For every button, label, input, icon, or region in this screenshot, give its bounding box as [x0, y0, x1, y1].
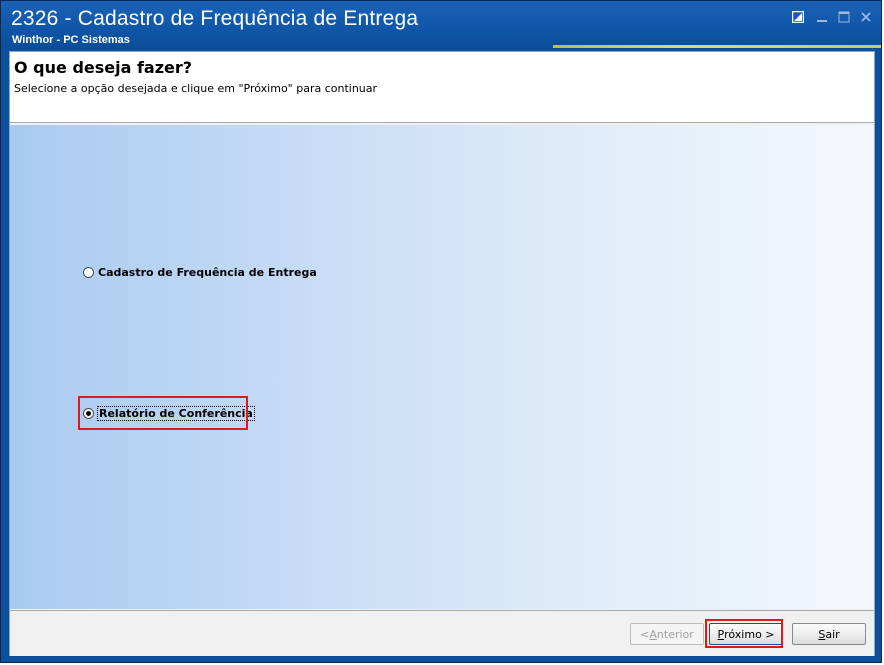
options-panel: Cadastro de Frequência de Entrega Relató…	[10, 125, 874, 609]
option-label: Cadastro de Frequência de Entrega	[98, 266, 317, 279]
maximize-icon[interactable]	[837, 10, 851, 24]
radio-checked-icon[interactable]	[83, 408, 94, 419]
window-subtitle: Winthor - PC Sistemas	[12, 34, 130, 46]
title-bar[interactable]: 2326 - Cadastro de Frequência de Entrega…	[1, 1, 881, 49]
restore-icon[interactable]	[791, 10, 805, 24]
wizard-client-area: O que deseja fazer? Selecione a opção de…	[9, 51, 875, 656]
previous-button[interactable]: < Anterior	[630, 623, 704, 645]
option-label: Relatório de Conferência	[97, 406, 255, 421]
wizard-instructions: Selecione a opção desejada e clique em "…	[14, 82, 378, 95]
exit-button[interactable]: Sair	[792, 623, 866, 645]
minimize-icon[interactable]	[815, 10, 829, 24]
wizard-question: O que deseja fazer?	[14, 58, 193, 77]
window-title: 2326 - Cadastro de Frequência de Entrega	[11, 7, 419, 30]
option-relatorio-conferencia[interactable]: Relatório de Conferência	[83, 406, 255, 421]
app-window: 2326 - Cadastro de Frequência de Entrega…	[0, 0, 882, 663]
close-icon[interactable]	[859, 10, 873, 24]
wizard-footer: < Anterior Próximo > Sair	[10, 610, 874, 656]
next-button[interactable]: Próximo >	[709, 623, 783, 645]
title-accent-line	[553, 45, 881, 48]
radio-unchecked-icon[interactable]	[83, 267, 94, 278]
radio-dot	[86, 411, 91, 416]
wizard-header: O que deseja fazer? Selecione a opção de…	[10, 52, 874, 123]
option-cadastro-frequencia[interactable]: Cadastro de Frequência de Entrega	[83, 266, 317, 279]
